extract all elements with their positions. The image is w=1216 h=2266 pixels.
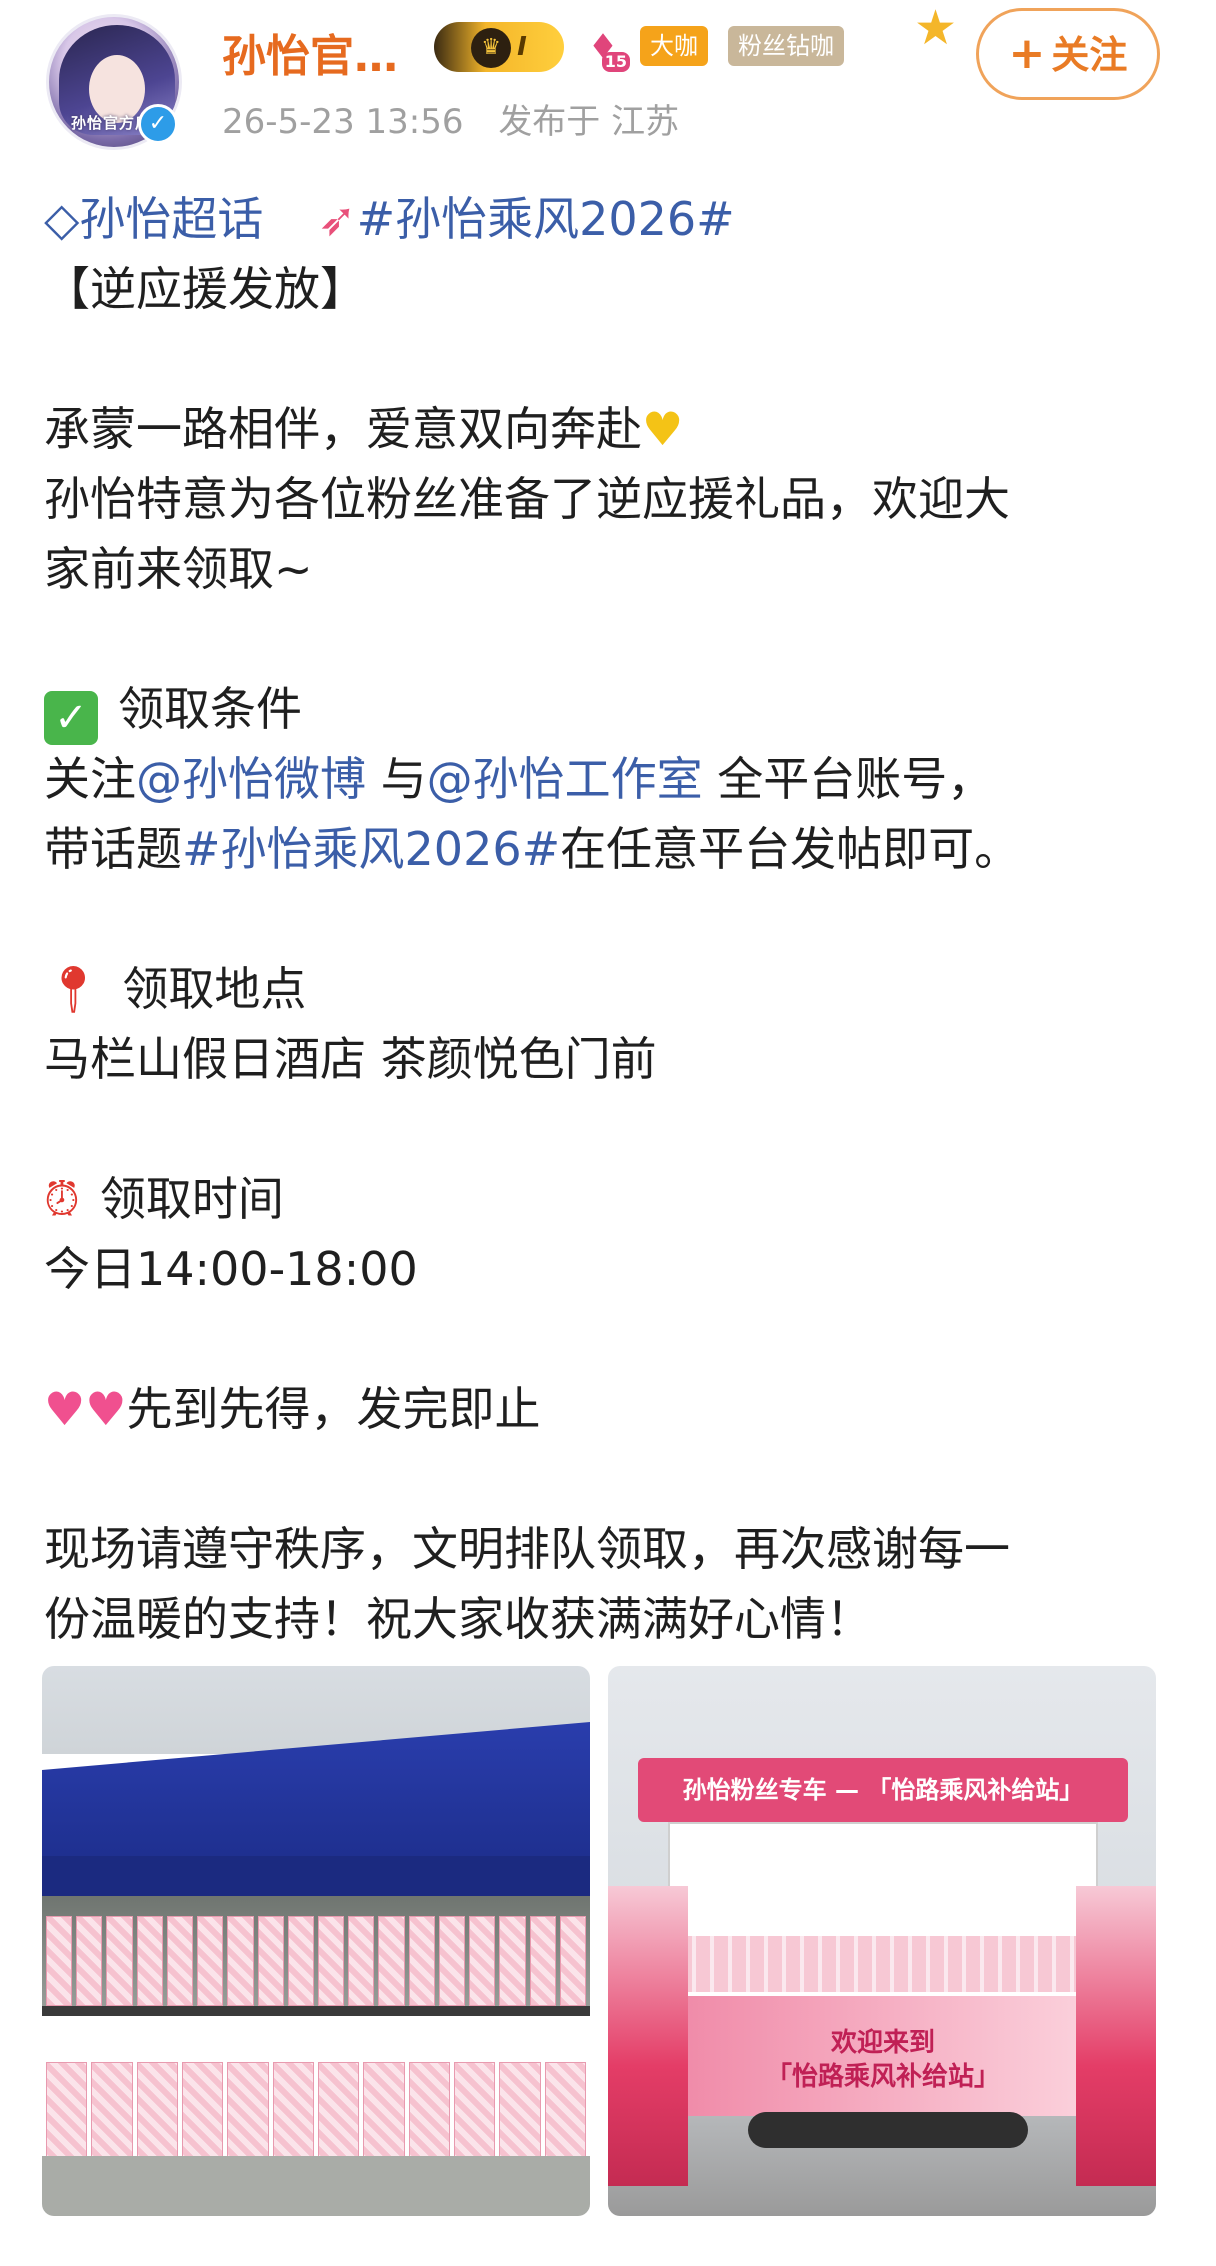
pin-icon: 📍︎ [44,962,103,1016]
plus-icon: + [1008,28,1046,79]
ground [42,2156,590,2216]
truck-gift-boxes [678,1936,1088,1992]
hashtag-link-2[interactable]: #孙怡乘风2026# [182,822,560,876]
condition-heading-text: 领取条件 [118,682,302,736]
post-meta: 26-5-23 13:56 发布于 江苏 [222,94,679,143]
post-photo-2[interactable]: 孙怡粉丝专车 — 「怡路乘风补给站」 欢迎来到 「怡路乘风补给站」 [608,1666,1156,2216]
username[interactable]: 孙怡官… [222,20,398,84]
alarm-clock-icon: ⏰︎ [44,1172,80,1226]
verified-icon: ✓ [138,104,178,144]
condition-heading: ✓ 领取条件 [44,674,1174,745]
crown-badge-text: I [517,32,527,62]
cond-suffix: 全平台账号， [717,752,994,806]
tent-canopy [42,1722,590,1866]
para1-line1: 承蒙一路相伴，爱意双向奔赴 [44,402,642,456]
time-heading-text: 领取时间 [99,1172,284,1226]
time-heading: ⏰︎ 领取时间 [44,1164,1174,1234]
daka-badge[interactable]: 大咖 [640,26,708,66]
crown-icon: ♛ [471,27,512,68]
mention-link-weibo[interactable]: @孙怡微博 [136,752,366,806]
poster-left [608,1886,688,2186]
arrow-heart-icon: ➶ [318,192,357,246]
time-text: 今日14:00-18:00 [44,1242,418,1296]
cond2-prefix: 带话题 [44,822,182,876]
truck-panel: 欢迎来到 「怡路乘风补给站」 [678,1996,1088,2116]
poster-right [1076,1886,1156,2186]
tent-valance [42,1856,590,1896]
truck-banner: 孙怡粉丝专车 — 「怡路乘风补给站」 [638,1758,1128,1822]
post-content: ◇孙怡超话 ➶#孙怡乘风2026# 【逆应援发放】 承蒙一路相伴，爱意双向奔赴♥… [44,184,1174,1654]
gift-box-row-top [42,1916,590,2006]
mention-link-studio[interactable]: @孙怡工作室 [427,752,703,806]
para1-line2: 孙怡特意为各位粉丝准备了逆应援礼品，欢迎大 [44,472,1010,526]
follow-button[interactable]: + 关注 [976,8,1160,100]
post-header: 孙怡官方后援 ✓ 孙怡官… ♛ I ♦ 15 大咖 粉丝钻咖 ★ + 关注 26-5… [0,0,1216,170]
follow-label: 关注 [1051,33,1128,77]
para1-line3: 家前来领取~ [44,542,313,596]
hashtag-link[interactable]: #孙怡乘风2026# [357,192,735,246]
level-badge[interactable]: ♦ 15 [576,22,630,72]
post-location: 发布于 江苏 [498,102,680,142]
post-photo-1[interactable] [42,1666,590,2216]
truck-wheels [748,2112,1028,2148]
place-heading-text: 领取地点 [122,962,307,1016]
cond-mid: 与 [380,752,427,806]
place-text: 马栏山假日酒店 茶颜悦色门前 [44,1032,657,1086]
place-heading: 📍︎ 领取地点 [44,954,1174,1024]
closing-line1: 现场请遵守秩序，文明排队领取，再次感谢每一 [44,1522,1010,1576]
topic-line: ◇孙怡超话 ➶#孙怡乘风2026# [44,184,1174,254]
first-come-text: 先到先得，发完即止 [126,1382,541,1436]
two-hearts-icon: ♥♥ [44,1382,127,1436]
post-title: 【逆应援发放】 [44,262,366,316]
para-line: 承蒙一路相伴，爱意双向奔赴♥ [44,394,1174,464]
truck-panel-line2: 「怡路乘风补给站」 [765,2062,1000,2092]
first-come-line: ♥♥先到先得，发完即止 [44,1374,1174,1444]
checkmark-icon: ✓ [44,691,98,745]
table-top [42,2006,590,2016]
star-icon: ★ [914,0,958,56]
crown-badge[interactable]: ♛ I [434,22,564,72]
closing-line2: 份温暖的支持！祝大家收获满满好心情！ [44,1592,872,1646]
condition-line2: 带话题#孙怡乘风2026#在任意平台发帖即可。 [44,814,1174,884]
cond2-suffix: 在任意平台发帖即可。 [560,822,1021,876]
condition-line1: 关注@孙怡微博 与@孙怡工作室 全平台账号， [44,744,1174,814]
level-number: 15 [601,52,630,72]
supertopic-icon: ◇ [44,192,80,246]
truck-panel-line1: 欢迎来到 [830,2028,935,2058]
cond-prefix: 关注 [44,752,136,806]
yellow-heart-icon: ♥ [642,402,684,456]
supertopic-link[interactable]: 孙怡超话 [79,192,263,246]
fans-badge[interactable]: 粉丝钻咖 [728,26,844,66]
post-date: 26-5-23 13:56 [222,102,464,142]
